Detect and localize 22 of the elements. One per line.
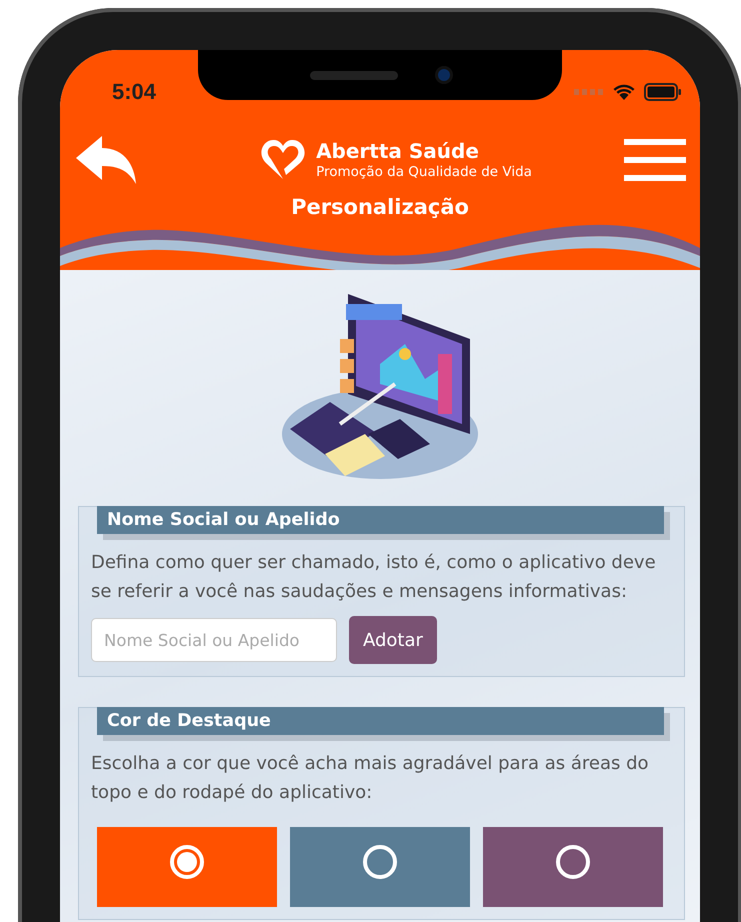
color-swatch[interactable] bbox=[97, 827, 277, 907]
section-description: Defina como quer ser chamado, isto é, como o aplicativo deve se referir a você nas saudações e mensagens informativas: bbox=[91, 551, 657, 604]
nickname-input[interactable]: Nome Social ou Apelido bbox=[91, 618, 337, 662]
radio-button[interactable] bbox=[556, 845, 590, 879]
brand-name: Abertta Saúde bbox=[316, 139, 480, 163]
wifi-icon bbox=[612, 83, 636, 101]
section-heading: Cor de Destaque bbox=[97, 707, 664, 735]
radio-button[interactable] bbox=[363, 845, 397, 879]
status-time: 5:04 bbox=[112, 78, 156, 105]
signal-icon bbox=[574, 88, 604, 96]
section-description: Escolha a cor que você acha mais agradável para as áreas do topo e do rodapé do aplicativo: bbox=[91, 752, 650, 805]
brand-tagline: Promoção da Qualidade de Vida bbox=[316, 163, 532, 181]
color-swatch[interactable] bbox=[483, 827, 663, 907]
battery-icon bbox=[644, 83, 682, 101]
back-arrow-icon[interactable] bbox=[74, 134, 138, 186]
adopt-button[interactable]: Adotar bbox=[349, 616, 437, 664]
color-swatch[interactable] bbox=[290, 827, 470, 907]
radio-button[interactable] bbox=[170, 845, 204, 879]
camera-lens bbox=[438, 69, 450, 81]
menu-icon[interactable] bbox=[624, 139, 686, 181]
section-heading: Nome Social ou Apelido bbox=[97, 506, 664, 534]
page-title: Personalização bbox=[290, 194, 470, 220]
